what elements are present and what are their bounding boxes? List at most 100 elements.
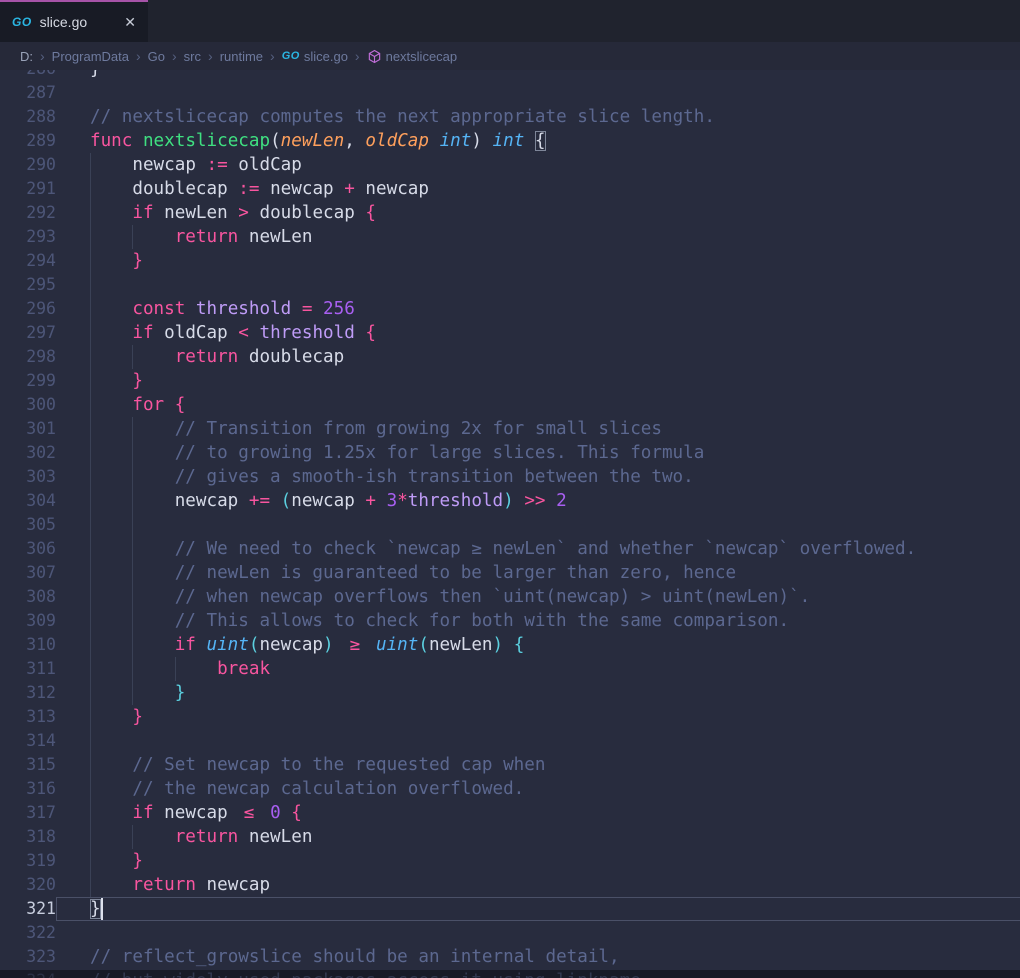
- line-number[interactable]: 300: [0, 393, 56, 417]
- code-line[interactable]: 295: [0, 273, 1020, 297]
- code-text[interactable]: }: [56, 849, 1020, 873]
- code-text[interactable]: return doublecap: [56, 345, 1020, 369]
- code-text[interactable]: return newLen: [56, 825, 1020, 849]
- line-number[interactable]: 317: [0, 801, 56, 825]
- code-text[interactable]: if newLen > doublecap {: [56, 201, 1020, 225]
- code-line[interactable]: 304newcap += (newcap + 3*threshold) >> 2: [0, 489, 1020, 513]
- code-text[interactable]: // newLen is guaranteed to be larger tha…: [56, 561, 1020, 585]
- code-text[interactable]: return newcap: [56, 873, 1020, 897]
- line-number[interactable]: 321: [0, 897, 56, 921]
- line-number[interactable]: 297: [0, 321, 56, 345]
- code-line[interactable]: 301// Transition from growing 2x for sma…: [0, 417, 1020, 441]
- code-line[interactable]: 318return newLen: [0, 825, 1020, 849]
- line-number[interactable]: 312: [0, 681, 56, 705]
- code-text[interactable]: }: [56, 369, 1020, 393]
- code-line[interactable]: 290newcap := oldCap: [0, 153, 1020, 177]
- code-text[interactable]: doublecap := newcap + newcap: [56, 177, 1020, 201]
- tab-close-icon[interactable]: ✕: [124, 14, 136, 31]
- line-number[interactable]: 289: [0, 129, 56, 153]
- code-text[interactable]: // Transition from growing 2x for small …: [56, 417, 1020, 441]
- breadcrumb-item-programdata[interactable]: ProgramData: [52, 49, 129, 64]
- line-number[interactable]: 298: [0, 345, 56, 369]
- code-line[interactable]: 315// Set newcap to the requested cap wh…: [0, 753, 1020, 777]
- line-number[interactable]: 309: [0, 609, 56, 633]
- line-number[interactable]: 301: [0, 417, 56, 441]
- line-number[interactable]: 288: [0, 105, 56, 129]
- code-line[interactable]: 308// when newcap overflows then `uint(n…: [0, 585, 1020, 609]
- code-text[interactable]: newcap += (newcap + 3*threshold) >> 2: [56, 489, 1020, 513]
- breadcrumb-item-nextslicecap[interactable]: nextslicecap: [367, 49, 458, 64]
- code-line[interactable]: 293return newLen: [0, 225, 1020, 249]
- line-number[interactable]: 295: [0, 273, 56, 297]
- code-line[interactable]: 322: [0, 921, 1020, 945]
- code-line[interactable]: 306// We need to check `newcap ≥ newLen`…: [0, 537, 1020, 561]
- line-number[interactable]: 324: [0, 969, 56, 978]
- code-line[interactable]: 320return newcap: [0, 873, 1020, 897]
- code-text[interactable]: for {: [56, 393, 1020, 417]
- code-line[interactable]: 291doublecap := newcap + newcap: [0, 177, 1020, 201]
- line-number[interactable]: 287: [0, 81, 56, 105]
- code-line[interactable]: 287: [0, 81, 1020, 105]
- line-number[interactable]: 293: [0, 225, 56, 249]
- code-line[interactable]: 316// the newcap calculation overflowed.: [0, 777, 1020, 801]
- line-number[interactable]: 318: [0, 825, 56, 849]
- code-text[interactable]: if oldCap < threshold {: [56, 321, 1020, 345]
- code-line[interactable]: 321}: [0, 897, 1020, 921]
- code-line[interactable]: 289func nextslicecap(newLen, oldCap int)…: [0, 129, 1020, 153]
- tab-slice-go[interactable]: GO slice.go ✕: [0, 0, 148, 42]
- code-line[interactable]: 302// to growing 1.25x for large slices.…: [0, 441, 1020, 465]
- code-line[interactable]: 298return doublecap: [0, 345, 1020, 369]
- code-text[interactable]: }: [56, 897, 1020, 921]
- code-text[interactable]: }: [56, 681, 1020, 705]
- code-line[interactable]: 307// newLen is guaranteed to be larger …: [0, 561, 1020, 585]
- code-text[interactable]: // gives a smooth-ish transition between…: [56, 465, 1020, 489]
- line-number[interactable]: 306: [0, 537, 56, 561]
- code-line[interactable]: 319}: [0, 849, 1020, 873]
- code-text[interactable]: // reflect_growslice should be an intern…: [56, 945, 1020, 969]
- code-line[interactable]: 294}: [0, 249, 1020, 273]
- code-text[interactable]: }: [56, 70, 1020, 81]
- breadcrumb-item-src[interactable]: src: [184, 49, 201, 64]
- code-line[interactable]: 303// gives a smooth-ish transition betw…: [0, 465, 1020, 489]
- line-number[interactable]: 310: [0, 633, 56, 657]
- code-line[interactable]: 317if newcap ≤ 0 {: [0, 801, 1020, 825]
- code-text[interactable]: // We need to check `newcap ≥ newLen` an…: [56, 537, 1020, 561]
- line-number[interactable]: 316: [0, 777, 56, 801]
- code-line[interactable]: 288// nextslicecap computes the next app…: [0, 105, 1020, 129]
- line-number[interactable]: 307: [0, 561, 56, 585]
- code-text[interactable]: [56, 81, 1020, 105]
- editor-pane[interactable]: 286}287288// nextslicecap computes the n…: [0, 70, 1020, 978]
- code-text[interactable]: // Set newcap to the requested cap when: [56, 753, 1020, 777]
- code-text[interactable]: [56, 729, 1020, 753]
- code-text[interactable]: [56, 921, 1020, 945]
- breadcrumb-item-d-[interactable]: D:: [20, 49, 33, 64]
- breadcrumb-item-slice-go[interactable]: GOslice.go: [282, 49, 348, 64]
- code-text[interactable]: // the newcap calculation overflowed.: [56, 777, 1020, 801]
- code-line[interactable]: 324// but widely used packages access it…: [0, 969, 1020, 978]
- code-text[interactable]: return newLen: [56, 225, 1020, 249]
- code-text[interactable]: }: [56, 705, 1020, 729]
- line-number[interactable]: 313: [0, 705, 56, 729]
- line-number[interactable]: 291: [0, 177, 56, 201]
- line-number[interactable]: 305: [0, 513, 56, 537]
- code-text[interactable]: // when newcap overflows then `uint(newc…: [56, 585, 1020, 609]
- code-line[interactable]: 292if newLen > doublecap {: [0, 201, 1020, 225]
- code-text[interactable]: // to growing 1.25x for large slices. Th…: [56, 441, 1020, 465]
- line-number[interactable]: 290: [0, 153, 56, 177]
- line-number[interactable]: 314: [0, 729, 56, 753]
- code-text[interactable]: if newcap ≤ 0 {: [56, 801, 1020, 825]
- line-number[interactable]: 296: [0, 297, 56, 321]
- line-number[interactable]: 292: [0, 201, 56, 225]
- line-number[interactable]: 303: [0, 465, 56, 489]
- line-number[interactable]: 286: [0, 70, 56, 81]
- line-number[interactable]: 311: [0, 657, 56, 681]
- line-number[interactable]: 299: [0, 369, 56, 393]
- code-text[interactable]: const threshold = 256: [56, 297, 1020, 321]
- code-text[interactable]: // but widely used packages access it us…: [56, 969, 1020, 978]
- code-line[interactable]: 313}: [0, 705, 1020, 729]
- line-number[interactable]: 302: [0, 441, 56, 465]
- code-text[interactable]: // nextslicecap computes the next approp…: [56, 105, 1020, 129]
- breadcrumb-item-go[interactable]: Go: [148, 49, 165, 64]
- line-number[interactable]: 319: [0, 849, 56, 873]
- code-text[interactable]: newcap := oldCap: [56, 153, 1020, 177]
